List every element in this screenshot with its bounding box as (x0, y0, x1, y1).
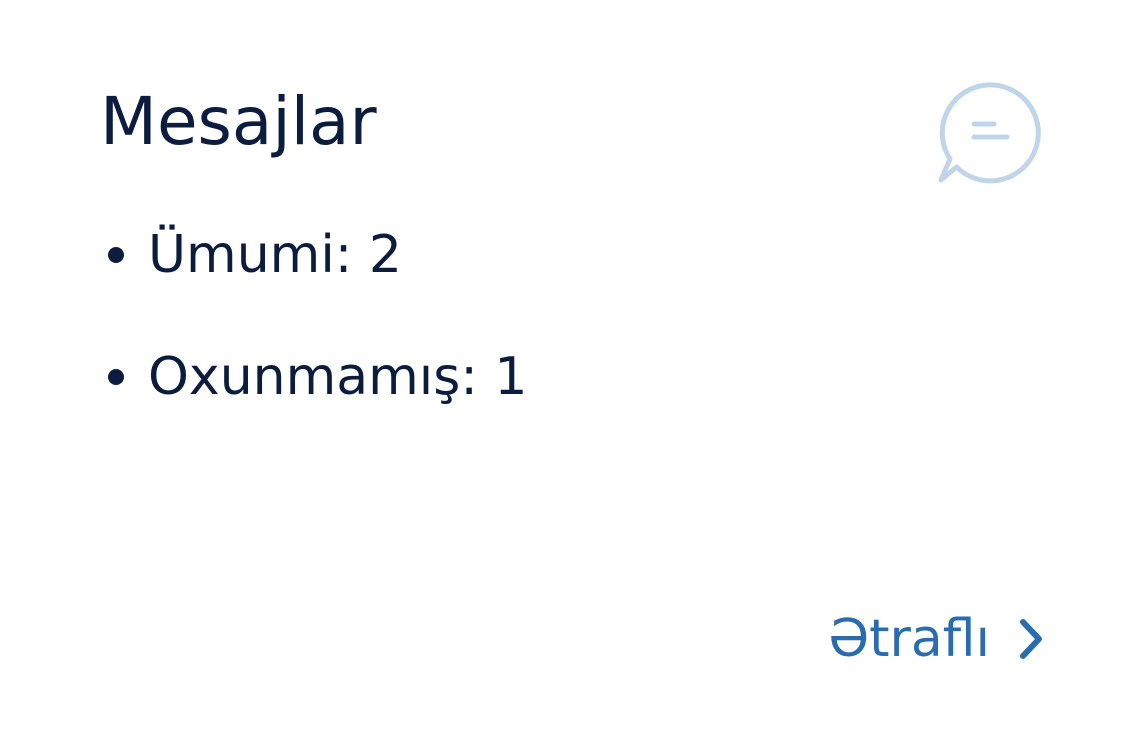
stat-total: Ümumi: 2 (100, 222, 527, 288)
bullet (108, 247, 124, 263)
card-title: Mesajlar (100, 83, 377, 160)
more-details-link[interactable]: Ətraflı (828, 606, 1044, 672)
chevron-right-icon (1020, 619, 1042, 659)
more-details-label: Ətraflı (828, 609, 990, 669)
stats-list: Ümumi: 2 Oxunmamış: 1 (100, 222, 527, 466)
stat-total-label: Ümumi: 2 (148, 225, 402, 285)
bullet (108, 369, 124, 385)
stat-unread: Oxunmamış: 1 (100, 344, 527, 410)
chat-bubble-icon (938, 82, 1041, 184)
messages-card: Mesajlar Ümumi: 2 Oxunmamış: 1 Ətraflı (0, 0, 1140, 756)
stat-unread-label: Oxunmamış: 1 (148, 347, 528, 407)
